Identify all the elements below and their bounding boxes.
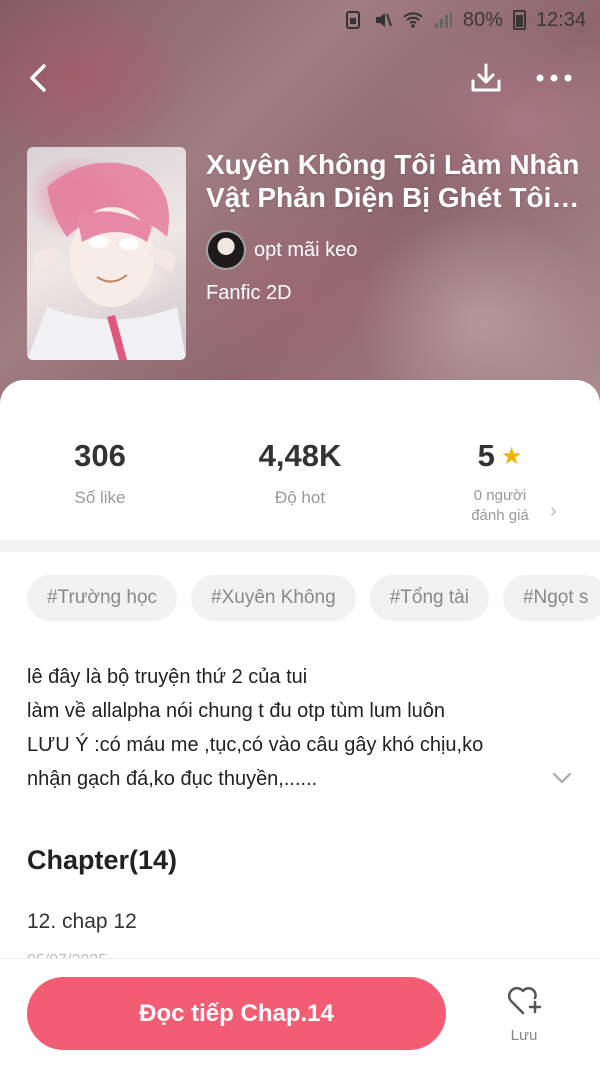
author-row[interactable]: opt mãi keo <box>206 230 357 270</box>
section-divider <box>0 540 600 552</box>
likes-value: 306 <box>74 438 126 473</box>
battery-icon <box>512 10 526 30</box>
chapters-heading: Chapter(14) <box>27 845 178 875</box>
description-line: LƯU Ý :có máu me ,tục,có vào câu gây khó… <box>27 734 484 756</box>
signal-icon <box>434 12 452 28</box>
mute-icon <box>375 13 392 27</box>
tag-item[interactable]: #Trường học <box>27 575 178 621</box>
likes-label: Số like <box>74 488 126 507</box>
back-button[interactable] <box>16 56 60 100</box>
status-bar: 80% 12:34 <box>343 0 586 40</box>
tag-item[interactable]: #Xuyên Không <box>191 575 356 621</box>
book-title: Xuyên Không Tôi Làm Nhân Vật Phản Diện B… <box>206 149 580 213</box>
chapter-item[interactable]: 12. chap 12 <box>27 910 137 934</box>
cover-illustration <box>27 162 186 360</box>
sim-icon <box>345 11 360 29</box>
star-icon: ★ <box>500 442 523 470</box>
description-line: lê đây là bộ truyện thứ 2 của tui <box>27 666 308 688</box>
tag-item[interactable]: #Tổng tài <box>369 575 489 621</box>
stat-rating[interactable]: 5 ★ 0 người đánh giá <box>400 438 600 526</box>
save-button[interactable]: Lưu <box>496 984 552 1050</box>
hot-label: Độ hot <box>274 488 326 507</box>
book-genre[interactable]: Fanfic 2D <box>206 282 292 305</box>
save-label: Lưu <box>510 1027 538 1044</box>
battery-percent: 80% <box>462 8 503 31</box>
description-line: nhận gạch đá,ko đục thuyền,...... <box>27 768 318 790</box>
more-dots-icon <box>536 74 572 82</box>
clock: 12:34 <box>535 8 586 31</box>
tag-list: #Trường học #Xuyên Không #Tổng tài #Ngọt s <box>27 575 600 621</box>
wifi-icon <box>403 12 423 28</box>
stats-row: 306 Số like 4,48K Độ hot 5 ★ 0 người đán… <box>0 438 600 538</box>
chevron-left-icon <box>30 64 46 92</box>
hot-value: 4,48K <box>258 438 342 473</box>
book-cover[interactable] <box>27 147 186 360</box>
rating-value: 5 <box>477 438 495 473</box>
author-name[interactable]: opt mãi keo <box>254 239 357 262</box>
stat-hot: 4,48K Độ hot <box>200 438 400 508</box>
continue-reading-button[interactable]: Đọc tiếp Chap.14 <box>27 977 446 1050</box>
description-line: làm về allalpha nói chung t đu otp tùm l… <box>27 700 446 722</box>
more-options-button[interactable] <box>532 56 576 100</box>
tag-item[interactable]: #Ngọt s <box>502 575 600 621</box>
stat-likes: 306 Số like <box>0 438 200 508</box>
expand-description-button[interactable] <box>550 766 574 790</box>
download-button[interactable] <box>464 56 508 100</box>
download-icon <box>471 63 501 92</box>
chevron-down-icon <box>552 772 572 784</box>
heart-plus-icon <box>507 986 542 1015</box>
chevron-right-icon[interactable]: › <box>550 500 557 523</box>
author-avatar[interactable] <box>206 230 246 270</box>
rating-count-label: 0 người <box>473 487 527 504</box>
rating-caption: đánh giá <box>471 507 529 524</box>
book-description: lê đây là bộ truyện thứ 2 của tui làm về… <box>27 660 547 796</box>
